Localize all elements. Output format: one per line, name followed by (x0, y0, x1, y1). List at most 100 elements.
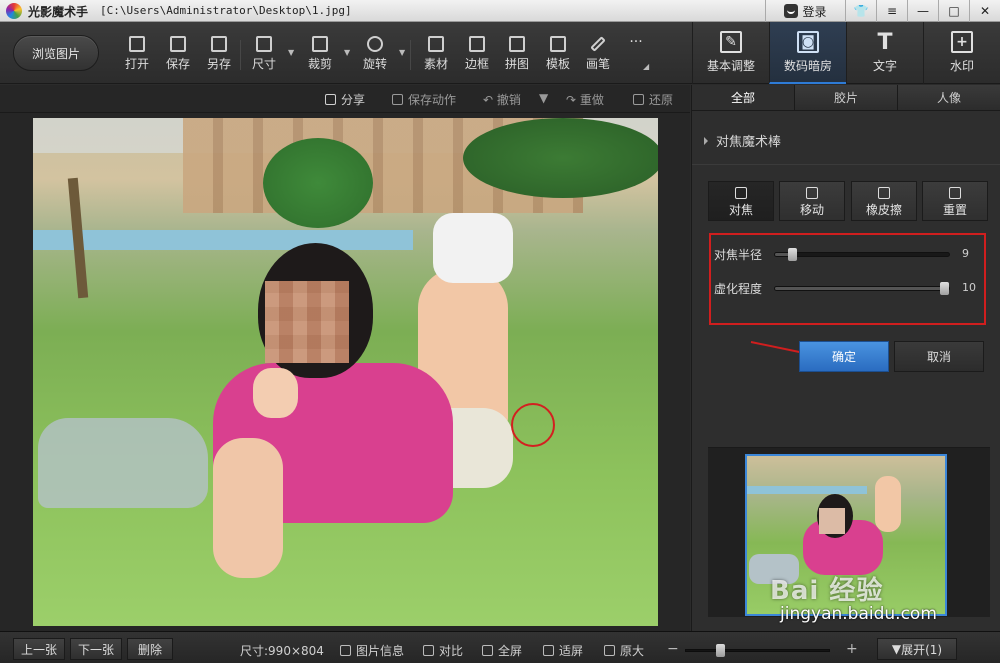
user-face-icon (784, 4, 799, 18)
share-button[interactable]: 分享 (325, 91, 365, 108)
undo-button[interactable]: ↶ 撤销 (483, 91, 521, 108)
subtab-all[interactable]: 全部 (692, 85, 795, 110)
save-button[interactable]: 保存 (158, 36, 198, 76)
basic-adjust-icon: ✎ (720, 31, 742, 53)
template-icon (550, 36, 566, 52)
focus-radius-slider[interactable] (774, 248, 950, 261)
material-icon (428, 36, 444, 52)
zoom-out-button[interactable]: − (667, 641, 679, 657)
prev-image-button[interactable]: 上一张 (13, 638, 65, 660)
section-header[interactable]: 对焦魔术棒 (704, 131, 781, 150)
zoom-in-button[interactable]: + (846, 641, 858, 657)
original-size-button[interactable]: 原大 (604, 642, 644, 659)
skin-button[interactable]: 👕 (845, 0, 876, 22)
original-size-icon (604, 645, 615, 656)
image-info-button[interactable]: 图片信息 (340, 642, 404, 659)
pixelated-face (265, 281, 349, 363)
preview-pane: Bai 经验 jingyan.baidu.com (708, 447, 990, 624)
minimize-icon: — (917, 4, 929, 18)
fullscreen-icon (482, 645, 493, 656)
subtab-film[interactable]: 胶片 (795, 85, 898, 110)
share-icon (325, 94, 336, 105)
more-tools-button[interactable]: ··· (616, 34, 656, 74)
expand-filmstrip-button[interactable]: ▼ 展开(1) (877, 638, 957, 660)
redo-icon: ↷ (566, 93, 580, 107)
close-button[interactable]: ✕ (969, 0, 1000, 22)
expand-arrow-icon: ▼ (891, 642, 902, 656)
restore-button[interactable]: 还原 (633, 91, 673, 108)
blur-level-thumb[interactable] (939, 282, 949, 295)
app-name: 光影魔术手 (28, 5, 89, 19)
template-button[interactable]: 模板 (538, 36, 578, 76)
save-icon (170, 36, 186, 52)
baidu-watermark: Bai 经验 (770, 576, 884, 606)
eraser-mode-button[interactable]: 橡皮擦 (851, 181, 917, 221)
action-bar: 分享 保存动作 ↶ 撤销 ▼ ↷ 重做 还原 (0, 85, 690, 113)
focus-mode-button[interactable]: 对焦 (708, 181, 774, 221)
title-bar: 光影魔术手 [C:\Users\Administrator\Desktop\1.… (0, 0, 1000, 22)
redo-button[interactable]: ↷ 重做 (566, 91, 604, 108)
resize-dropdown-icon[interactable]: ▼ (288, 48, 294, 57)
fit-screen-button[interactable]: 适屏 (543, 642, 583, 659)
maximize-button[interactable]: □ (938, 0, 969, 22)
main-toolbar: 浏览图片 打开 保存 另存 尺寸 ▼ 裁剪 ▼ 旋转 ▼ 素材 边框 拼图 模板… (0, 22, 1000, 84)
blur-level-slider[interactable] (774, 282, 950, 295)
slider-highlight-box: 对焦半径 9 虚化程度 10 (709, 233, 986, 325)
file-path: [C:\Users\Administrator\Desktop\1.jpg] (100, 4, 352, 17)
collage-button[interactable]: 拼图 (497, 36, 537, 76)
open-button[interactable]: 打开 (117, 36, 157, 76)
browse-images-button[interactable]: 浏览图片 (13, 35, 99, 71)
app-logo-icon (6, 3, 22, 19)
delete-button[interactable]: 删除 (127, 638, 173, 660)
crop-icon (312, 36, 328, 52)
compare-button[interactable]: 对比 (423, 642, 463, 659)
border-icon (469, 36, 485, 52)
tab-darkroom[interactable]: ◙ 数码暗房 (769, 22, 846, 84)
tab-basic-adjust[interactable]: ✎ 基本调整 (692, 22, 769, 84)
save-as-icon (211, 36, 227, 52)
zoom-slider[interactable] (685, 644, 830, 657)
reset-button[interactable]: 重置 (922, 181, 988, 221)
save-action-button[interactable]: 保存动作 (392, 91, 456, 108)
focus-brush-cursor (511, 403, 555, 447)
crop-dropdown-icon[interactable]: ▼ (344, 48, 350, 57)
undo-dropdown-icon[interactable]: ▼ (539, 91, 548, 105)
close-icon: ✕ (979, 4, 991, 18)
expand-corner-icon: ◢ (643, 62, 650, 71)
reset-icon (949, 187, 961, 199)
tab-watermark[interactable]: + 水印 (923, 22, 1000, 84)
rotate-dropdown-icon[interactable]: ▼ (399, 48, 405, 57)
focus-radius-thumb[interactable] (788, 248, 798, 261)
login-label: 登录 (802, 4, 827, 19)
zoom-slider-thumb[interactable] (716, 644, 726, 657)
maximize-icon: □ (948, 4, 960, 18)
minimize-button[interactable]: — (907, 0, 938, 22)
cancel-button[interactable]: 取消 (894, 341, 984, 372)
move-mode-button[interactable]: 移动 (779, 181, 845, 221)
brush-button[interactable]: 画笔 (578, 36, 618, 76)
border-button[interactable]: 边框 (457, 36, 497, 76)
fit-screen-icon (543, 645, 554, 656)
fullscreen-button[interactable]: 全屏 (482, 642, 522, 659)
blur-level-row: 虚化程度 10 (714, 281, 976, 296)
crop-button[interactable]: 裁剪 (300, 36, 340, 76)
status-bar: 上一张 下一张 删除 尺寸:990×804 图片信息 对比 全屏 适屏 原大 −… (0, 631, 1000, 663)
focus-radius-row: 对焦半径 9 (714, 247, 969, 262)
confirm-button[interactable]: 确定 (799, 341, 889, 372)
next-image-button[interactable]: 下一张 (70, 638, 122, 660)
tab-text[interactable]: T 文字 (846, 22, 923, 84)
menu-button[interactable]: ≡ (876, 0, 907, 22)
collage-icon (509, 36, 525, 52)
edited-photo[interactable] (33, 118, 658, 626)
undo-icon: ↶ (483, 93, 497, 107)
watermark-icon: + (951, 31, 973, 53)
login-button[interactable]: 登录 (765, 0, 845, 22)
rotate-button[interactable]: 旋转 (355, 36, 395, 76)
material-button[interactable]: 素材 (416, 36, 456, 76)
watermark-url: jingyan.baidu.com (780, 604, 937, 624)
image-canvas[interactable] (0, 113, 690, 631)
resize-icon (256, 36, 272, 52)
save-as-button[interactable]: 另存 (199, 36, 239, 76)
subtab-portrait[interactable]: 人像 (898, 85, 1000, 110)
resize-button[interactable]: 尺寸 (244, 36, 284, 76)
